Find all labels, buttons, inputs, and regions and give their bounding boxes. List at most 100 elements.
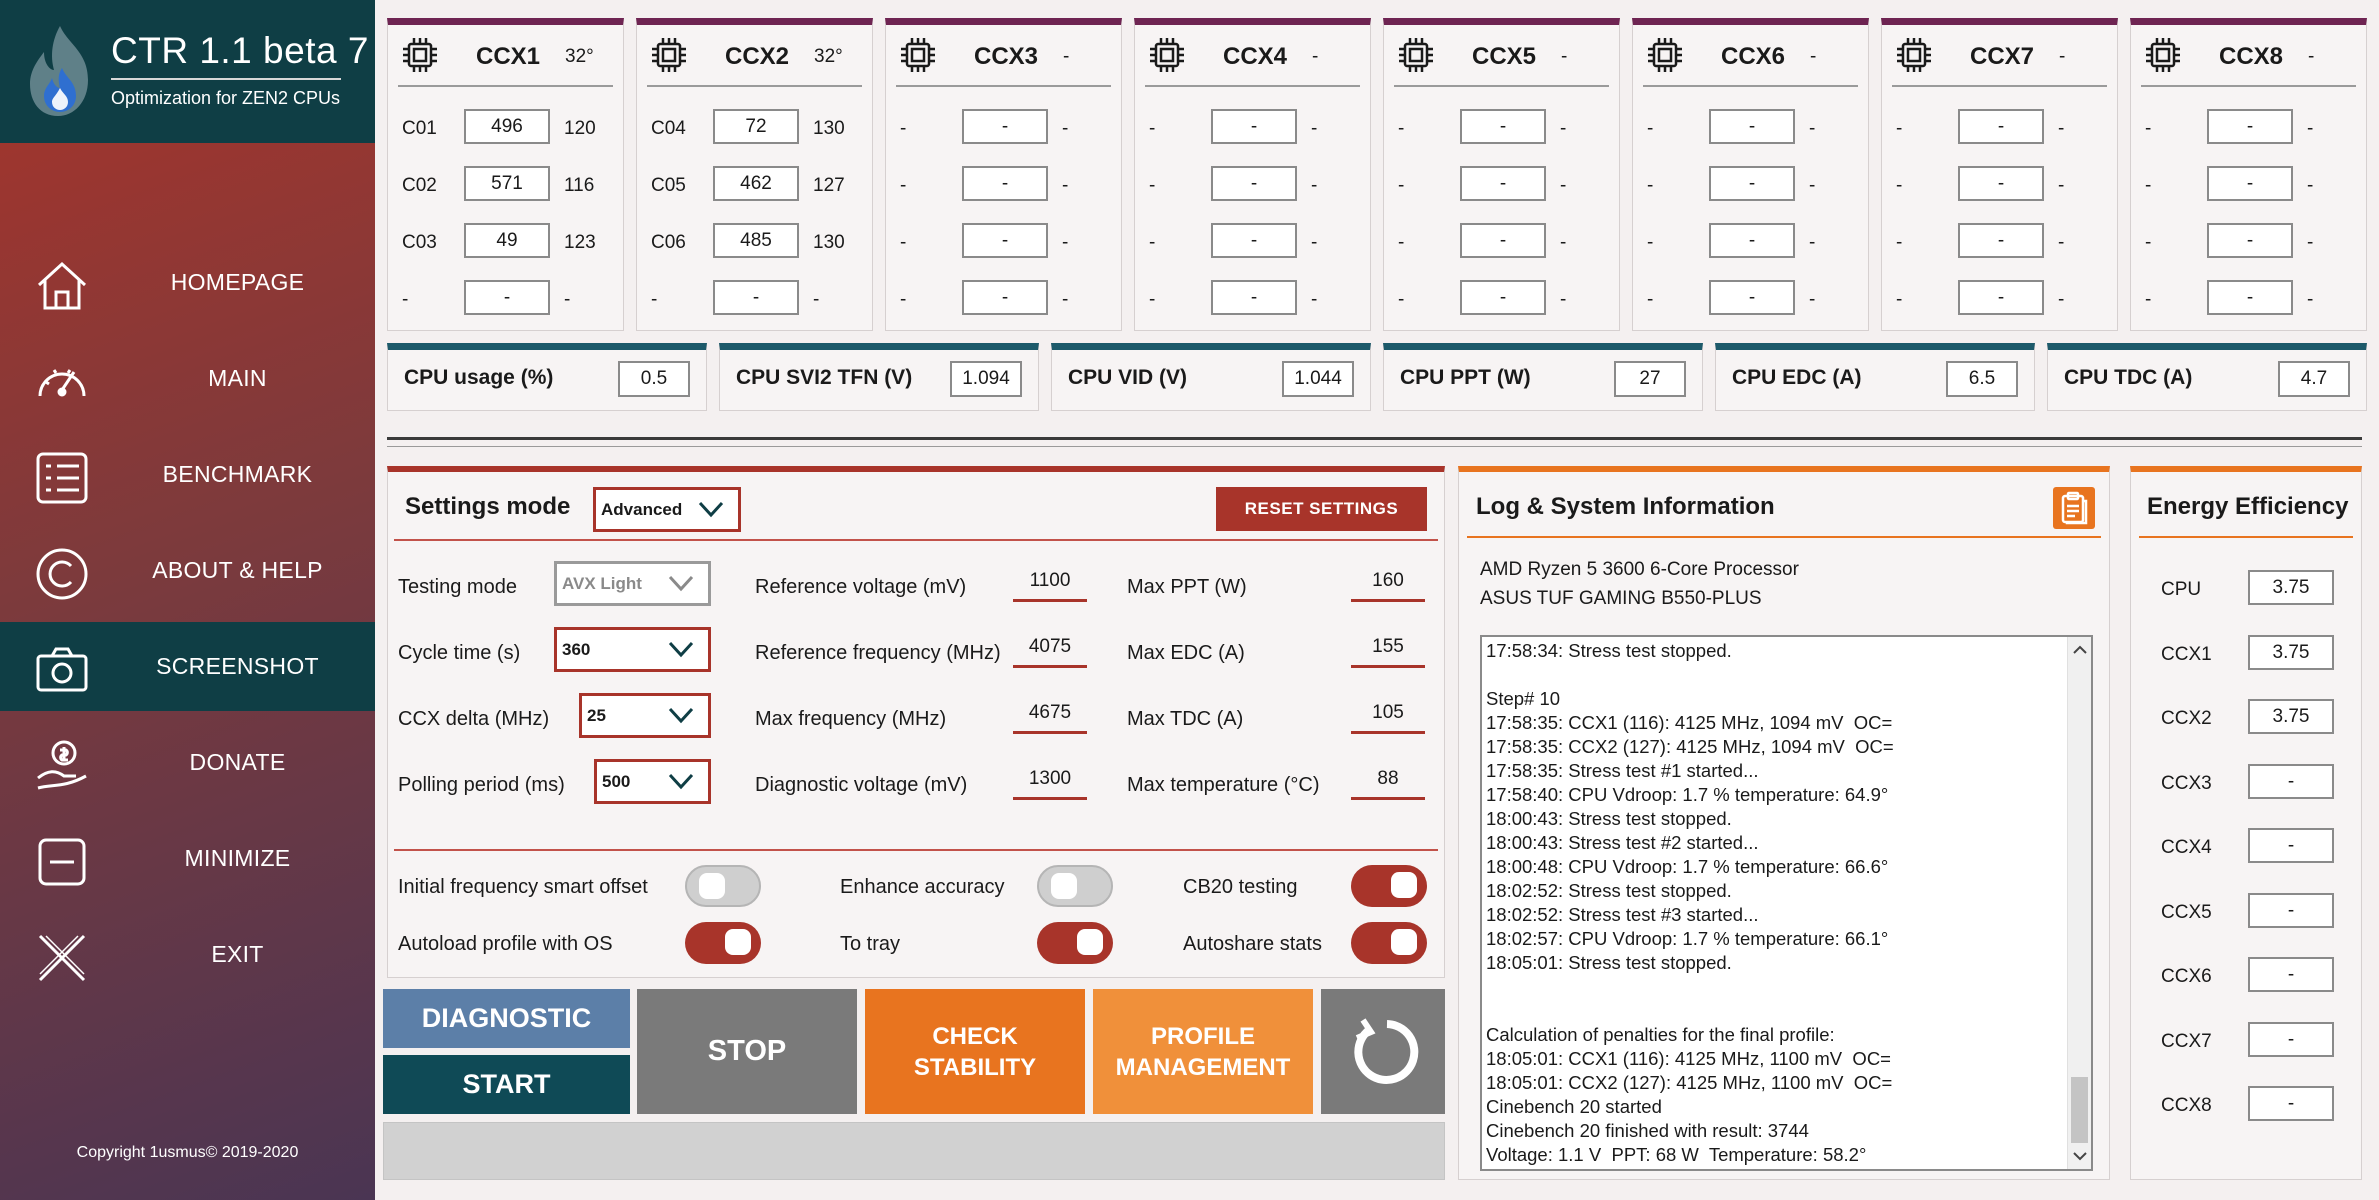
core-frequency-box[interactable]: - [1460, 109, 1546, 144]
max-temp-input[interactable]: 88 [1351, 762, 1425, 800]
core-frequency-box[interactable]: - [1211, 166, 1297, 201]
core-frequency-box[interactable]: - [1958, 166, 2044, 201]
core-quality-value: - [564, 289, 571, 310]
core-frequency-box[interactable]: 462 [713, 166, 799, 201]
core-frequency-box[interactable]: 49 [464, 223, 550, 258]
log-line: 18:05:01: CCX1 (116): 4125 MHz, 1100 mV … [1486, 1048, 1891, 1069]
core-frequency-box[interactable]: - [464, 280, 550, 315]
toggle-knob [1391, 929, 1417, 955]
diagnostic-button[interactable]: DIAGNOSTIC [383, 989, 630, 1048]
nav-benchmark[interactable]: BENCHMARK [0, 430, 375, 519]
log-scrollbar[interactable] [2067, 637, 2091, 1169]
core-frequency-box[interactable]: - [962, 109, 1048, 144]
core-frequency-box[interactable]: - [1211, 223, 1297, 258]
copyright-text: Copyright 1usmus© 2019-2020 [76, 1144, 299, 1161]
ccx-divider [1643, 85, 1858, 87]
core-frequency-box[interactable]: - [1709, 280, 1795, 315]
chevron-down-icon [668, 641, 694, 658]
core-id: - [2145, 232, 2152, 253]
core-frequency-box[interactable]: - [962, 280, 1048, 315]
core-frequency-box[interactable]: - [2207, 223, 2293, 258]
log-panel: Log & System Information AMD Ryzen 5 360… [1458, 466, 2110, 1180]
core-frequency-box[interactable]: - [1958, 223, 2044, 258]
max-ppt-input[interactable]: 160 [1351, 564, 1425, 602]
smart-offset-toggle[interactable] [685, 865, 761, 907]
core-id: - [402, 289, 409, 310]
core-frequency-box[interactable]: 72 [713, 109, 799, 144]
energy-row: CCX7 - [2131, 1021, 2361, 1062]
max-edc-input[interactable]: 155 [1351, 630, 1425, 668]
check-stability-button[interactable]: CHECK STABILITY [865, 989, 1085, 1114]
nav-donate[interactable]: DONATE [0, 718, 375, 807]
core-frequency-box[interactable]: - [1709, 223, 1795, 258]
energy-label: CCX7 [2161, 1030, 2212, 1052]
check-stability-label: CHECK [932, 1022, 1018, 1050]
core-frequency-box[interactable]: - [1460, 223, 1546, 258]
speedometer-icon [38, 369, 86, 397]
core-frequency-box[interactable]: 485 [713, 223, 799, 258]
cycle-time-select[interactable]: 360 [554, 627, 711, 672]
max-frequency-input[interactable]: 4675 [1013, 696, 1087, 734]
core-quality-value: - [1809, 232, 1816, 253]
core-frequency-box[interactable]: - [1709, 166, 1795, 201]
core-frequency-box[interactable]: - [2207, 166, 2293, 201]
nav-label: MAIN [208, 365, 267, 391]
nav-minimize[interactable]: MINIMIZE [0, 814, 375, 903]
enhance-accuracy-toggle[interactable] [1037, 865, 1113, 907]
core-row: --- [886, 280, 1121, 320]
nav-homepage[interactable]: HOMEPAGE [0, 238, 375, 327]
to-tray-toggle[interactable] [1037, 922, 1113, 964]
nav-about-help[interactable]: ABOUT & HELP [0, 526, 375, 615]
polling-period-value: 500 [602, 772, 631, 791]
core-frequency-box[interactable]: - [1211, 280, 1297, 315]
to-tray-label: To tray [840, 933, 901, 955]
cb20-toggle[interactable] [1351, 865, 1427, 907]
core-frequency-box[interactable]: - [962, 223, 1048, 258]
board-name: ASUS TUF GAMING B550-PLUS [1480, 588, 1762, 609]
core-frequency-box[interactable]: - [962, 166, 1048, 201]
scroll-up-icon[interactable] [2068, 639, 2092, 661]
max-tdc-input[interactable]: 105 [1351, 696, 1425, 734]
core-row: --- [1882, 109, 2117, 149]
diag-voltage-input[interactable]: 1300 [1013, 762, 1087, 800]
nav-exit[interactable]: EXIT [0, 910, 375, 999]
core-frequency-box[interactable]: - [1460, 280, 1546, 315]
core-quality-value: - [2307, 118, 2314, 139]
minimize-icon [38, 838, 86, 886]
core-frequency-box[interactable]: - [1211, 109, 1297, 144]
settings-mode-select[interactable]: Advanced [593, 487, 741, 532]
polling-period-select[interactable]: 500 [594, 759, 711, 804]
core-frequency-box[interactable]: - [1958, 109, 2044, 144]
core-frequency-box[interactable]: - [2207, 280, 2293, 315]
nav-main[interactable]: MAIN [0, 334, 375, 423]
core-frequency-box[interactable]: 496 [464, 109, 550, 144]
core-row: --- [1135, 166, 1370, 206]
scroll-down-icon[interactable] [2068, 1145, 2092, 1167]
ref-voltage-input[interactable]: 1100 [1013, 564, 1087, 602]
core-id: C03 [402, 232, 437, 253]
core-frequency-box[interactable]: - [1709, 109, 1795, 144]
autoload-toggle[interactable] [685, 922, 761, 964]
core-frequency-box[interactable]: 571 [464, 166, 550, 201]
refresh-button[interactable] [1321, 989, 1445, 1114]
scroll-thumb[interactable] [2071, 1077, 2088, 1143]
log-textarea[interactable]: 17:58:34: Stress test stopped. Step# 10 17… [1480, 635, 2093, 1171]
energy-value: - [2248, 1086, 2334, 1121]
autoshare-toggle[interactable] [1351, 922, 1427, 964]
nav-screenshot[interactable]: SCREENSHOT [0, 622, 375, 711]
profile-management-button[interactable]: PROFILE MANAGEMENT [1093, 989, 1313, 1114]
ccx-name: CCX3 [974, 43, 1039, 70]
core-frequency-box[interactable]: - [1460, 166, 1546, 201]
core-frequency-box[interactable]: - [713, 280, 799, 315]
copy-log-button[interactable] [2053, 487, 2095, 529]
reset-settings-button[interactable]: RESET SETTINGS [1216, 487, 1427, 531]
testing-mode-select[interactable]: AVX Light [554, 561, 711, 606]
donate-hand-icon [37, 740, 87, 790]
start-button[interactable]: START [383, 1055, 630, 1114]
stop-button[interactable]: STOP [637, 989, 857, 1114]
ccx-delta-select[interactable]: 25 [579, 693, 711, 738]
ref-frequency-input[interactable]: 4075 [1013, 630, 1087, 668]
core-frequency-box[interactable]: - [1958, 280, 2044, 315]
core-frequency-box[interactable]: - [2207, 109, 2293, 144]
